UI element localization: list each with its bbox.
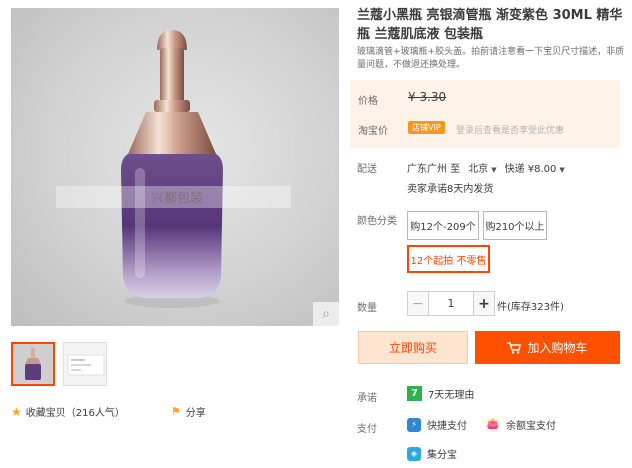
share-button[interactable]: ⚑ 分享 xyxy=(171,404,206,419)
points-icon: ◈ xyxy=(407,446,421,461)
add-to-cart-label: 加入购物车 xyxy=(527,341,588,355)
payment-yuebao[interactable]: 👛 余额宝支付 xyxy=(486,417,556,432)
shipping-label: 配送 xyxy=(357,164,377,175)
money-bag-icon: 👛 xyxy=(486,417,500,432)
seven-day-icon: 7 xyxy=(407,386,422,401)
product-subtitle: 玻璃滴管+玻璃瓶+胶头盖。拍前请注意看一下宝贝尺寸描述，非质量问题，不做退还换处… xyxy=(357,47,625,70)
thumbnail-1[interactable] xyxy=(11,342,55,386)
guarantee-item[interactable]: 7 7天无理由 xyxy=(407,386,474,401)
share-icon: ⚑ xyxy=(170,405,181,418)
delivery-promise: 卖家承诺8天内发货 xyxy=(407,184,494,195)
quantity-stepper: − 1 + xyxy=(407,291,495,316)
shopping-cart-icon xyxy=(507,341,522,354)
share-label: 分享 xyxy=(185,408,206,419)
ship-from: 广东广州 至 xyxy=(407,164,461,175)
chevron-down-icon: ▼ xyxy=(491,166,497,174)
quantity-label: 数量 xyxy=(357,303,377,314)
payment-yuebao-label: 余额宝支付 xyxy=(506,421,556,432)
decrement-button[interactable]: − xyxy=(407,291,429,316)
main-product-image[interactable]: 兴都包装 ⌕ xyxy=(11,8,339,326)
image-watermark: 兴都包装 xyxy=(151,191,203,206)
quantity-input[interactable]: 1 xyxy=(429,291,473,316)
payment-quick[interactable]: ⚡ 快捷支付 xyxy=(407,417,467,432)
quick-pay-icon: ⚡ xyxy=(407,417,421,432)
price-value: ¥ 3.30 xyxy=(408,90,447,104)
sku-option-1[interactable]: 购12个-209个 xyxy=(407,211,479,240)
price-panel: 价格 ¥ 3.30 淘宝价 店铺VIP 登录后查看是否享受此优惠 xyxy=(350,80,620,148)
stock-count: 件(库存323件) xyxy=(497,302,564,313)
vip-login-hint[interactable]: 登录后查看是否享受此优惠 xyxy=(456,123,564,136)
social-bar: ★ 收藏宝贝（216人气） ⚑ 分享 xyxy=(11,404,206,420)
chevron-down-icon: ▼ xyxy=(559,166,565,174)
guarantee-label: 承诺 xyxy=(357,393,377,404)
vip-badge: 店铺VIP xyxy=(408,121,445,134)
payment-quick-label: 快捷支付 xyxy=(427,421,467,432)
payment-jifenbao[interactable]: ◈ 集分宝 xyxy=(407,446,457,461)
ship-to-select[interactable]: 北京 ▼ xyxy=(468,160,496,175)
taobao-price-label: 淘宝价 xyxy=(358,126,388,137)
favorite-link[interactable]: 收藏宝贝（216人气） xyxy=(26,404,125,419)
dropper-bottle-image: 兴都包装 xyxy=(56,30,291,308)
star-icon: ★ xyxy=(11,404,22,419)
sku-option-3[interactable]: 12个起拍 不零售 xyxy=(407,245,490,273)
color-label: 颜色分类 xyxy=(357,216,397,227)
sku-option-2[interactable]: 购210个以上 xyxy=(483,211,547,240)
buy-now-button[interactable]: 立即购买 xyxy=(358,331,468,364)
product-title: 兰蔻小黑瓶 亮银滴管瓶 渐变紫色 30ML 精华瓶 兰蔻肌底液 包装瓶 xyxy=(357,8,623,42)
guarantee-text: 7天无理由 xyxy=(428,390,475,401)
payment-jifenbao-label: 集分宝 xyxy=(427,450,457,461)
price-label: 价格 xyxy=(358,96,378,107)
zoom-icon[interactable]: ⌕ xyxy=(313,302,339,326)
ship-method-select[interactable]: 快递 ¥8.00 ▼ xyxy=(505,160,565,175)
thumbnail-strip xyxy=(11,342,107,386)
thumbnail-2[interactable] xyxy=(63,342,107,386)
increment-button[interactable]: + xyxy=(473,291,495,316)
add-to-cart-button[interactable]: 加入购物车 xyxy=(475,331,620,364)
shipping-line: 广东广州 至 北京 ▼ 快递 ¥8.00 ▼ xyxy=(407,160,565,175)
payment-label: 支付 xyxy=(357,424,377,435)
